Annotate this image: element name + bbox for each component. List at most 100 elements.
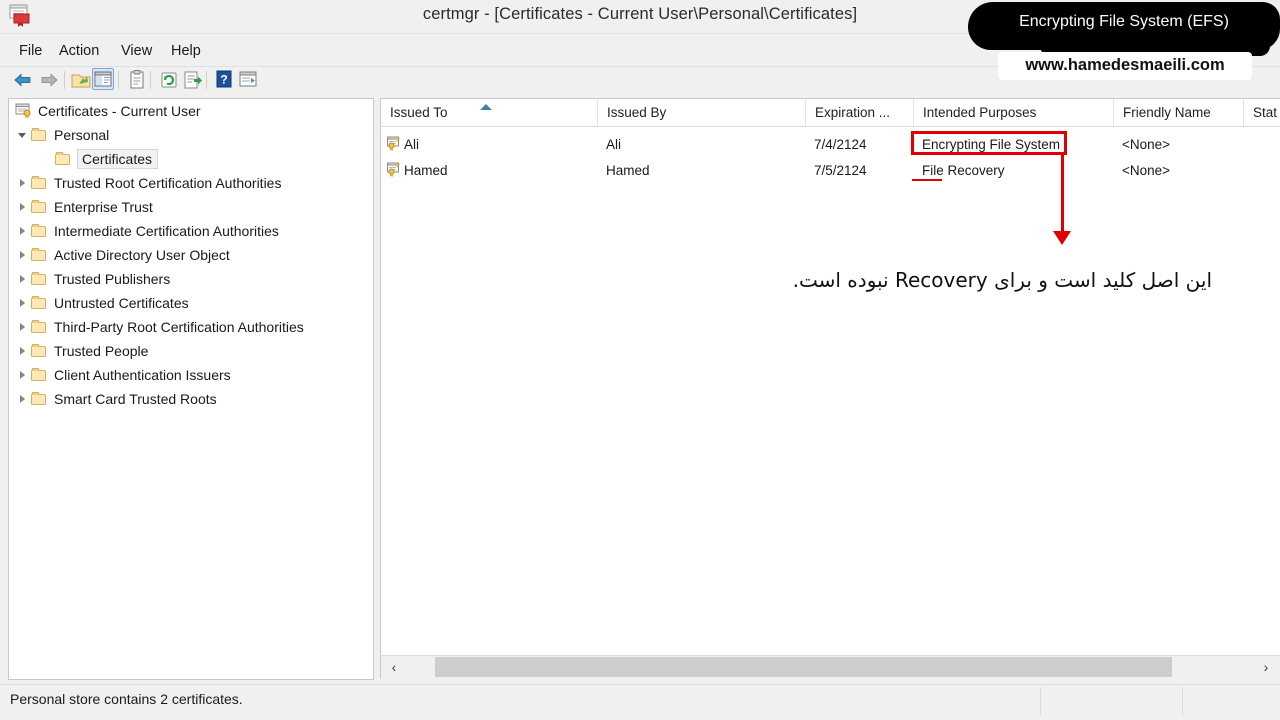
tree-item-untrusted-certificates[interactable]: Untrusted Certificates [9,291,373,315]
folder-icon [31,368,48,382]
tree-item-label: Trusted People [54,343,149,359]
sort-ascending-icon [480,104,492,110]
back-icon[interactable] [12,69,34,91]
cell-text: File Recovery [922,162,1005,178]
chevron-right-icon[interactable] [15,367,31,383]
table-row[interactable]: Ali Ali 7/4/2124 Encrypting File System <Non… [381,131,1280,157]
toolbar-divider-4 [206,71,207,89]
cell-friendly-name: <None> [1122,131,1246,157]
tree-item-enterprise-trust[interactable]: Enterprise Trust [9,195,373,219]
chevron-right-icon[interactable] [15,295,31,311]
scroll-left-button[interactable]: ‹ [381,656,407,678]
list-column-headers[interactable]: Issued To Issued By Expiration ... Intended… [381,99,1280,127]
show-console-window-icon[interactable] [238,69,260,91]
menu-action[interactable]: Action [54,41,104,61]
tree-item-certificates[interactable]: Certificates [9,147,373,171]
tree-item-label: Client Authentication Issuers [54,367,231,383]
properties-icon[interactable] [126,69,148,91]
help-icon[interactable]: ? [214,69,236,91]
tree-item-third-party-root-certification-authorities[interactable]: Third-Party Root Certification Authoriti… [9,315,373,339]
svg-text:?: ? [220,73,227,87]
toolbar-divider-1 [64,71,65,89]
show-hide-console-tree-icon[interactable] [92,68,114,90]
column-header-label: Stat [1253,105,1278,120]
tree-root-certificates-current-user[interactable]: Certificates - Current User [9,99,373,123]
tree-item-active-directory-user-object[interactable]: Active Directory User Object [9,243,373,267]
chevron-right-icon[interactable] [15,223,31,239]
chevron-right-icon[interactable] [15,199,31,215]
tree-item-intermediate-certification-authorities[interactable]: Intermediate Certification Authorities [9,219,373,243]
cell-issued-to: Hamed [386,157,596,183]
column-header-label: Intended Purposes [923,105,1037,120]
cell-text: <None> [1122,162,1171,178]
status-message: Personal store contains 2 certificates. [10,691,243,707]
folder-icon [55,152,72,166]
annotation-arrow-head [1053,231,1071,245]
menu-file[interactable]: File [14,41,47,61]
chevron-right-icon[interactable] [15,247,31,263]
menu-view[interactable]: View [116,41,157,61]
status-bar: Personal store contains 2 certificates. [0,684,1280,720]
highlight-underline-file-recovery [912,179,942,181]
column-header-expiration[interactable]: Expiration ... [805,99,913,126]
folder-icon [31,176,48,190]
watermark-label: www.hamedesmaeili.com [1025,56,1225,74]
chevron-right-icon[interactable] [15,343,31,359]
tree-item-label: Certificates [77,149,159,169]
column-header-issued-by[interactable]: Issued By [597,99,805,126]
tree-item-personal[interactable]: Personal [9,123,373,147]
scroll-right-button[interactable]: › [1253,656,1279,678]
tree-root-label: Certificates - Current User [38,103,201,119]
table-row[interactable]: Hamed Hamed 7/5/2124 File Recovery <None> [381,157,1280,183]
chevron-down-icon[interactable] [15,127,31,143]
tree-item-label: Trusted Root Certification Authorities [54,175,282,191]
tree-item-trusted-people[interactable]: Trusted People [9,339,373,363]
tree-item-trusted-root-certification-authorities[interactable]: Trusted Root Certification Authorities [9,171,373,195]
folder-icon [31,344,48,358]
folder-icon [31,224,48,238]
cell-expiration: 7/5/2124 [814,157,916,183]
refresh-icon[interactable] [158,69,180,91]
column-header-label: Issued By [607,105,667,120]
scroll-track[interactable] [407,656,1255,678]
tree-item-label: Third-Party Root Certification Authoriti… [54,319,304,335]
folder-icon [31,392,48,406]
chevron-right-icon[interactable] [15,391,31,407]
certificate-list-panel[interactable]: Issued To Issued By Expiration ... Intended… [380,98,1280,679]
tree-item-smart-card-trusted-roots[interactable]: Smart Card Trusted Roots [9,387,373,411]
forward-icon[interactable] [38,69,60,91]
cell-text: <None> [1122,136,1171,152]
export-list-icon[interactable] [182,69,204,91]
certificate-icon [386,162,402,178]
cell-text: Ali [606,136,622,152]
tree-item-client-authentication-issuers[interactable]: Client Authentication Issuers [9,363,373,387]
chevron-right-icon[interactable] [15,271,31,287]
column-header-stat[interactable]: Stat [1243,99,1280,126]
certmgr-window: certmgr - [Certificates - Current User\P… [0,0,1280,720]
cell-issued-by: Ali [606,131,808,157]
tree-item-list: Personal Certificates Trusted Root Certifi… [9,123,373,411]
tree-item-label: Active Directory User Object [54,247,230,263]
column-header-label: Issued To [390,105,448,120]
console-tree-panel[interactable]: Certificates - Current User Personal Cert… [8,98,374,680]
horizontal-scrollbar[interactable]: ‹ › [380,655,1280,679]
menu-help[interactable]: Help [166,41,206,61]
up-one-level-icon[interactable] [70,69,92,91]
chevron-right-icon[interactable] [15,319,31,335]
cell-status [1252,131,1280,157]
cell-status [1252,157,1280,183]
folder-icon [31,296,48,310]
toolbar-divider-2 [118,71,119,89]
column-header-friendly-name[interactable]: Friendly Name [1113,99,1243,126]
scroll-thumb[interactable] [435,657,1172,677]
folder-icon [31,248,48,262]
tree-item-trusted-publishers[interactable]: Trusted Publishers [9,267,373,291]
annotation-arrow-shaft [1061,155,1064,233]
cell-text: Hamed [606,162,650,178]
chevron-right-icon[interactable] [15,175,31,191]
column-header-intended-purposes[interactable]: Intended Purposes [913,99,1113,126]
folder-icon [31,128,48,142]
column-header-label: Expiration ... [815,105,891,120]
tree-item-label: Smart Card Trusted Roots [54,391,217,407]
